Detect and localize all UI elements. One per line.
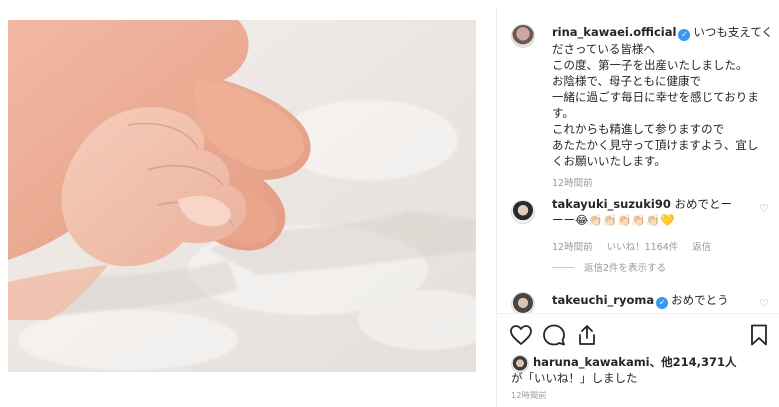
comment-text: ーー😂👏🏻👏🏻👏🏻👏🏻👏🏻💛 bbox=[552, 213, 675, 227]
post-caption: rina_kawaei.official ✓ いつも支えてく ださっている皆様へ こ… bbox=[552, 24, 776, 192]
caption-line: 一緒に過ごす毎日に幸せを感じておりま bbox=[552, 90, 759, 104]
comment-username[interactable]: takeuchi_ryoma bbox=[552, 293, 654, 307]
author-username[interactable]: rina_kawaei.official bbox=[552, 25, 676, 39]
caption-line: あたたかく見守って頂けますよう、宜し bbox=[552, 138, 759, 152]
liker-username[interactable]: haruna_kawakami bbox=[533, 355, 650, 369]
commenter-avatar[interactable] bbox=[511, 292, 535, 313]
comments-area[interactable]: rina_kawaei.official ✓ いつも支えてく ださっている皆様へ こ… bbox=[497, 8, 779, 313]
bookmark-icon[interactable] bbox=[747, 323, 771, 347]
view-replies-label: 返信2件を表示する bbox=[584, 263, 667, 274]
view-replies-link[interactable]: 返信2件を表示する bbox=[552, 260, 666, 274]
post-side-panel: rina_kawaei.official ✓ いつも支えてく ださっている皆様へ こ… bbox=[496, 8, 779, 407]
caption-line: これからも精進して参りますので bbox=[552, 122, 725, 136]
commenter-avatar[interactable] bbox=[511, 200, 535, 224]
post-actions-bar: haruna_kawakami、他214,371人 が「いいね！」しました 12… bbox=[497, 313, 779, 407]
comment-bubble-icon[interactable] bbox=[542, 323, 566, 347]
caption-line: この度、第一子を出産いたしました。 bbox=[552, 58, 748, 72]
likes-summary[interactable]: haruna_kawakami、他214,371人 が「いいね！」しました bbox=[511, 354, 737, 386]
heart-icon[interactable] bbox=[509, 323, 533, 347]
post-timestamp[interactable]: 12時間前 bbox=[511, 390, 547, 401]
comment-time[interactable]: 12時間前 bbox=[552, 242, 593, 253]
verified-badge-icon: ✓ bbox=[656, 297, 669, 309]
likes-line2: が「いいね！」しました bbox=[511, 371, 638, 385]
replies-divider bbox=[552, 267, 574, 268]
baby-hand-photo bbox=[8, 20, 476, 372]
likes-count[interactable]: 、他214,371人 bbox=[650, 355, 737, 369]
caption-line: ださっている皆様へ bbox=[552, 42, 655, 56]
comment-like-heart-icon[interactable]: ♡ bbox=[758, 298, 770, 310]
post-photo bbox=[8, 20, 476, 372]
comment-likes[interactable]: いいね！1164件 bbox=[607, 242, 679, 253]
comment: takeuchi_ryoma ✓ おめでとう bbox=[552, 292, 762, 309]
comment-text: おめでとう bbox=[671, 293, 729, 307]
caption-time[interactable]: 12時間前 bbox=[552, 178, 593, 189]
caption-line: いつも支えてく bbox=[693, 25, 773, 39]
share-icon[interactable] bbox=[575, 323, 599, 347]
comment-username[interactable]: takayuki_suzuki90 bbox=[552, 197, 671, 211]
author-avatar[interactable] bbox=[511, 24, 535, 48]
comment-text: おめでとー bbox=[674, 197, 733, 211]
comment-like-heart-icon[interactable]: ♡ bbox=[758, 203, 770, 215]
comment: takayuki_suzuki90 おめでとー ーー😂👏🏻👏🏻👏🏻👏🏻👏🏻💛 1… bbox=[552, 196, 762, 256]
verified-badge-icon: ✓ bbox=[678, 29, 691, 41]
reply-button[interactable]: 返信 bbox=[692, 242, 711, 253]
caption-line: す。 bbox=[552, 106, 574, 120]
caption-line: くお願いいたします。 bbox=[552, 154, 666, 168]
caption-line: お陰様で、母子ともに健康で bbox=[552, 74, 702, 88]
